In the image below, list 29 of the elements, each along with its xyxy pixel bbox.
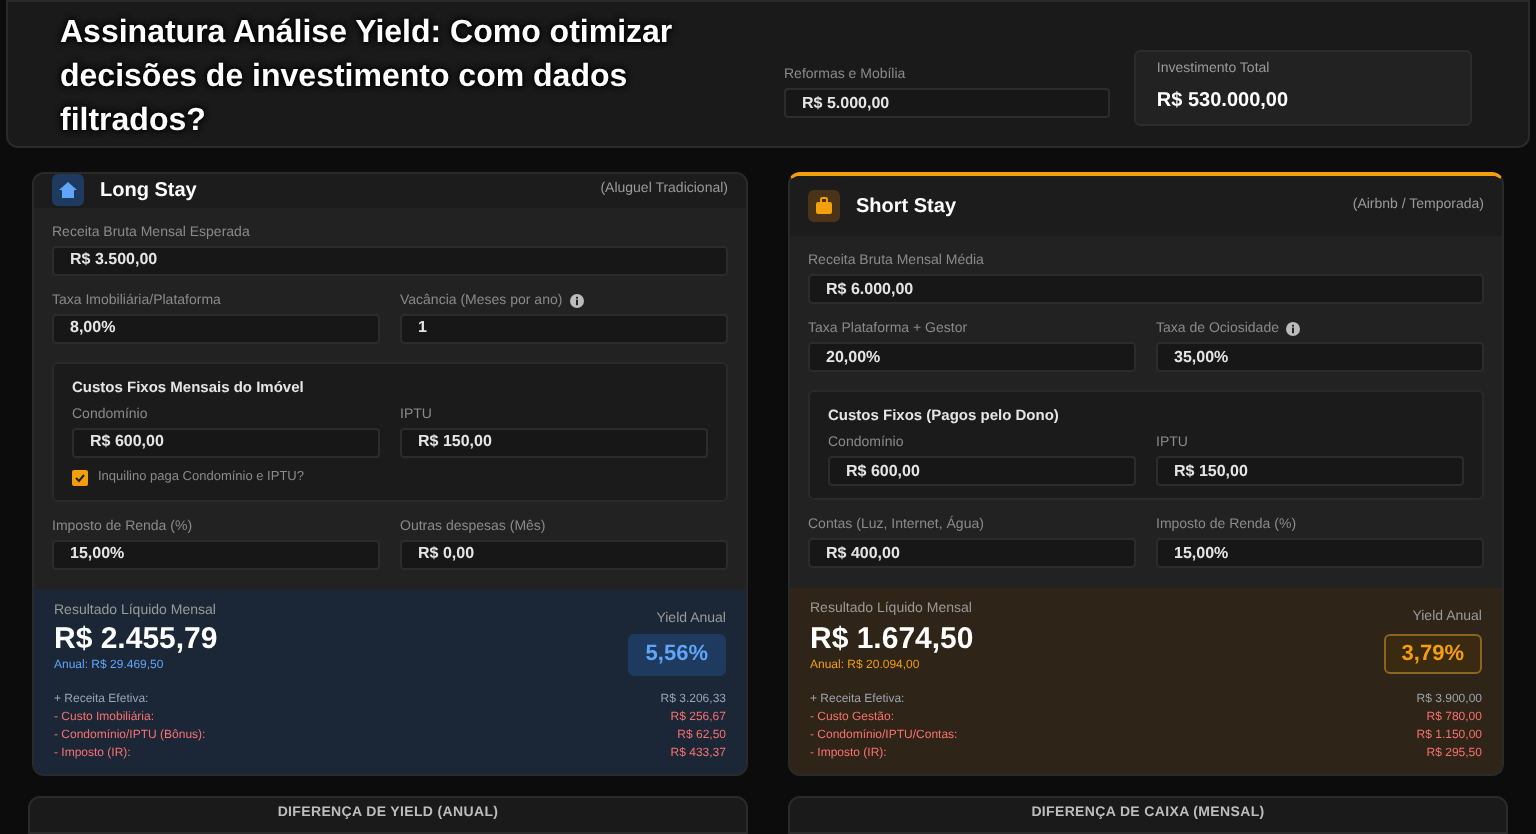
- house-icon: [58, 180, 78, 201]
- card-title: Short Stay: [856, 193, 957, 221]
- input-field[interactable]: R$ 150,00: [1156, 456, 1464, 487]
- input-field[interactable]: 1: [400, 313, 728, 343]
- input-field[interactable]: 15,00%: [1156, 538, 1484, 569]
- briefcase-icon: [814, 196, 834, 216]
- input-field[interactable]: 35,00%: [1156, 342, 1484, 372]
- yield-badge: 3,79%: [1383, 633, 1482, 675]
- input-field[interactable]: R$ 600,00: [828, 456, 1136, 487]
- input-field[interactable]: 15,00%: [52, 539, 380, 569]
- check-icon: [74, 471, 86, 484]
- input-field[interactable]: 20,00%: [808, 342, 1136, 372]
- overlay-title: Assinatura Análise Yield: Como otimizar decisões de investimento com dados filtrados?: [60, 14, 675, 142]
- checkbox[interactable]: [72, 469, 88, 486]
- card-title: Long Stay: [100, 177, 197, 206]
- yield-badge: 5,56%: [627, 634, 726, 675]
- info-icon: [1286, 322, 1301, 336]
- input-field[interactable]: 8,00%: [52, 313, 380, 343]
- input-field[interactable]: R$ 0,00: [400, 539, 728, 569]
- input-field[interactable]: R$ 400,00: [808, 538, 1136, 569]
- result-value: R$ 1.674,50: [810, 621, 974, 658]
- input-field[interactable]: R$ 5.000,00: [784, 88, 1111, 118]
- info-icon: [570, 293, 585, 307]
- input-field[interactable]: R$ 6.000,00: [808, 274, 1484, 304]
- result-value: R$ 2.455,79: [54, 622, 218, 658]
- input-field[interactable]: R$ 150,00: [400, 427, 708, 458]
- input-field[interactable]: R$ 600,00: [72, 427, 380, 458]
- input-field[interactable]: R$ 3.500,00: [52, 245, 728, 275]
- total-value: R$ 530.000,00: [1156, 87, 1291, 116]
